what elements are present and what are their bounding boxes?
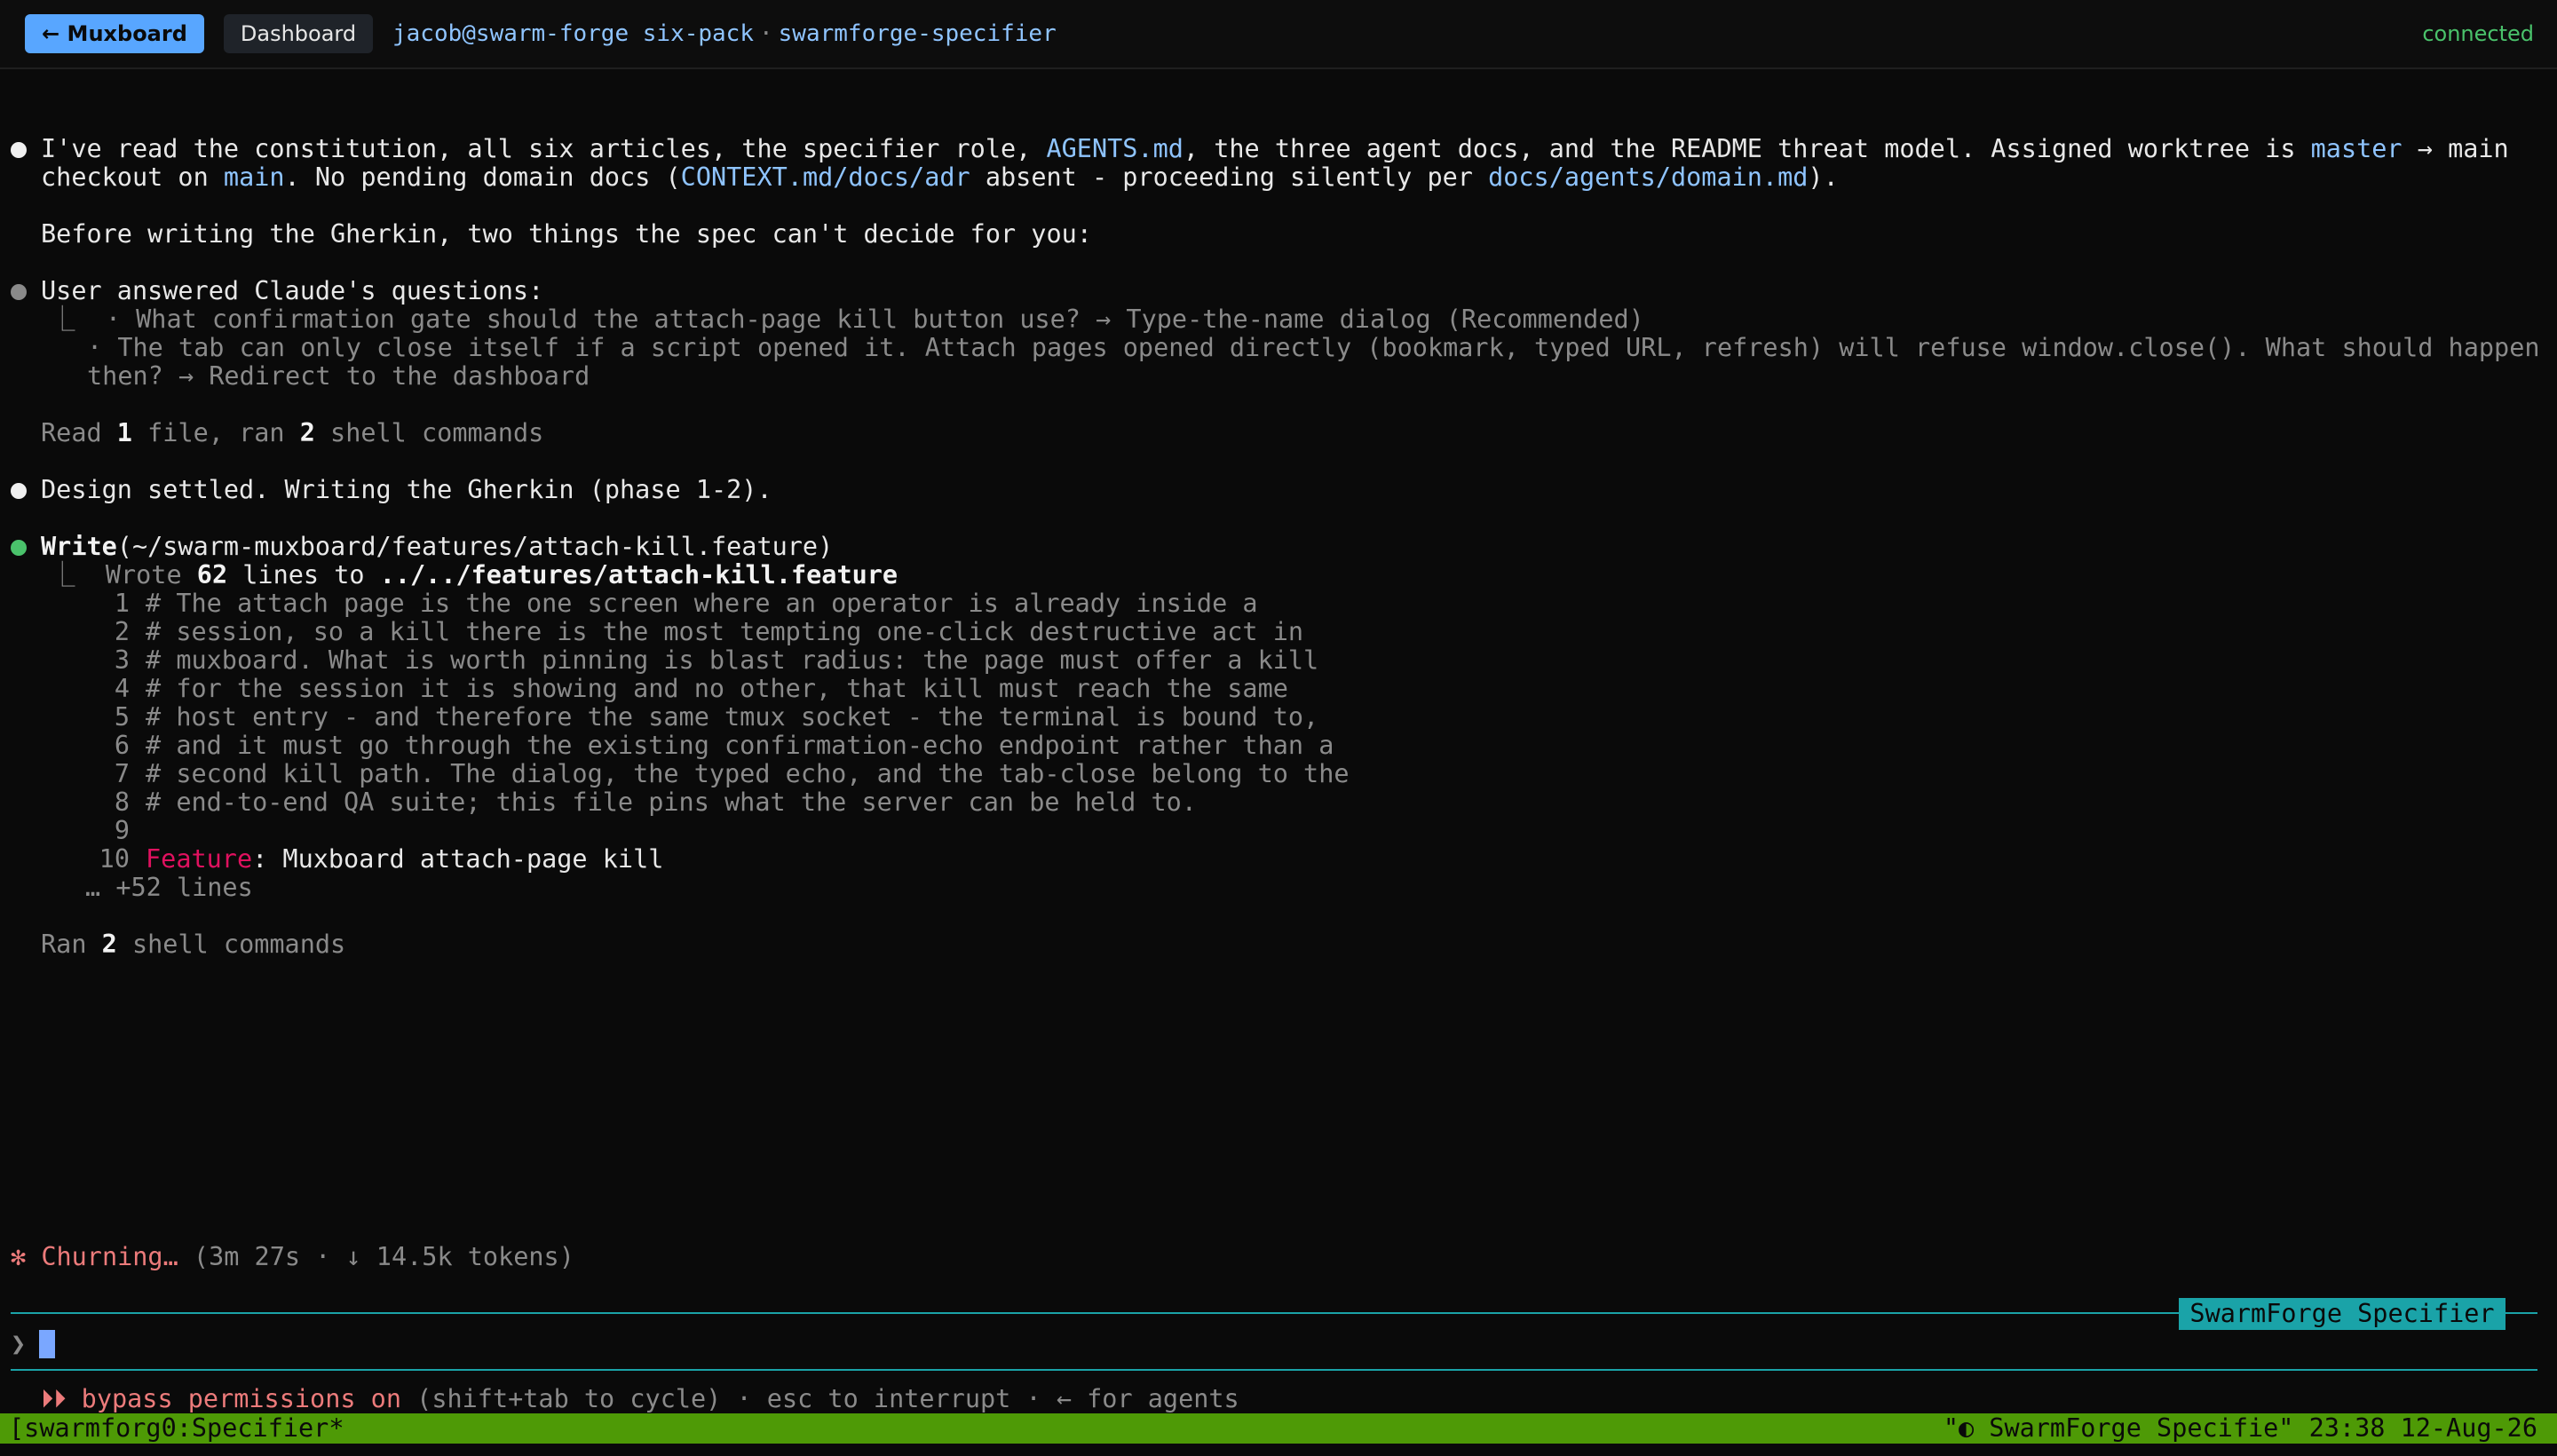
input-top-border (11, 1312, 2537, 1314)
tmux-window-label[interactable]: [swarmforg0:Specifier* (9, 1413, 344, 1444)
message-bullet-icon (11, 142, 27, 158)
line-number: 3 (114, 645, 130, 675)
tmux-status-right: "◐ SwarmForge Specifie" 23:38 12-Aug-26 (1943, 1413, 2537, 1443)
line-number: 8 (114, 787, 130, 817)
line-number: 7 (114, 759, 130, 788)
line-number: 9 (114, 816, 130, 845)
connection-status: connected (2422, 21, 2534, 46)
bypass-permissions-indicator[interactable]: ⏵⏵ bypass permissions on (41, 1384, 401, 1413)
code-comment-line: # muxboard. What is worth pinning is bla… (146, 645, 1319, 675)
code-comment-line: # second kill path. The dialog, the type… (146, 759, 1350, 788)
tmux-status-bar: [swarmforg0:Specifier* "◐ SwarmForge Spe… (0, 1413, 2557, 1444)
line-number: 4 (114, 674, 130, 703)
code-comment-line: # for the session it is showing and no o… (146, 674, 1288, 703)
breadcrumb-separator: · (759, 20, 773, 47)
breadcrumb: jacob@swarm-forge six-pack · swarmforge-sp… (392, 14, 1057, 53)
line-number: 5 (114, 702, 130, 732)
code-line: Feature: Muxboard attach-page kill (146, 844, 664, 874)
mode-hints: ⏵⏵ bypass permissions on (shift+tab to c… (41, 1384, 1239, 1413)
read-summary: Read 1 file, ran 2 shell commands (41, 418, 544, 447)
line-number: 6 (114, 731, 130, 760)
agent-label: SwarmForge Specifier (2179, 1298, 2506, 1330)
more-lines-indicator[interactable]: … +52 lines (85, 874, 253, 902)
status-bullet-icon (11, 284, 27, 300)
ran-summary: Ran 2 shell commands (41, 930, 346, 959)
prompt-input-cursor[interactable] (39, 1330, 55, 1358)
tool-success-bullet-icon (11, 540, 27, 556)
assistant-message-text: Before writing the Gherkin, two things t… (41, 219, 1092, 249)
settled-message: Design settled. Writing the Gherkin (pha… (41, 475, 772, 504)
code-comment-line: # session, so a kill there is the most t… (146, 617, 1304, 646)
pane-name-label: swarmforge-specifier (778, 20, 1057, 47)
spinner-status: ✻ Churning… (3m 27s · ↓ 14.5k tokens) (11, 1242, 574, 1271)
spinner-icon: ✻ Churning… (11, 1242, 178, 1271)
code-comment-line: # and it must go through the existing co… (146, 731, 1334, 760)
back-to-muxboard-button[interactable]: ← Muxboard (25, 14, 204, 53)
write-result: ⎿ Wrote 62 lines to ../../features/attac… (50, 560, 899, 590)
line-number: 2 (114, 617, 130, 646)
host-session-label: jacob@swarm-forge six-pack (392, 20, 754, 47)
message-bullet-icon (11, 483, 27, 499)
answer-line-1: ⎿ · What confirmation gate should the at… (50, 305, 1644, 334)
answered-title: User answered Claude's questions: (41, 276, 544, 305)
code-comment-line: # host entry - and therefore the same tm… (146, 702, 1319, 732)
code-comment-line: # end-to-end QA suite; this file pins wh… (146, 787, 1197, 817)
dashboard-button[interactable]: Dashboard (224, 14, 373, 53)
assistant-message-line-1: I've read the constitution, all six arti… (41, 134, 2509, 163)
code-comment-line: # The attach page is the one screen wher… (146, 589, 1258, 618)
input-bottom-border (11, 1369, 2537, 1371)
answer-line-2: · The tab can only close itself if a scr… (87, 333, 2540, 362)
prompt-symbol: ❯ (11, 1329, 27, 1358)
top-bar: ← Muxboard Dashboard jacob@swarm-forge s… (0, 0, 2557, 69)
assistant-message-line-2: checkout on main. No pending domain docs… (41, 162, 1839, 192)
answer-line-3: then? → Redirect to the dashboard (87, 361, 590, 391)
line-number: 1 (114, 589, 130, 618)
line-number: 10 (99, 844, 130, 874)
write-tool-call: Write(~/swarm-muxboard/features/attach-k… (41, 532, 834, 561)
